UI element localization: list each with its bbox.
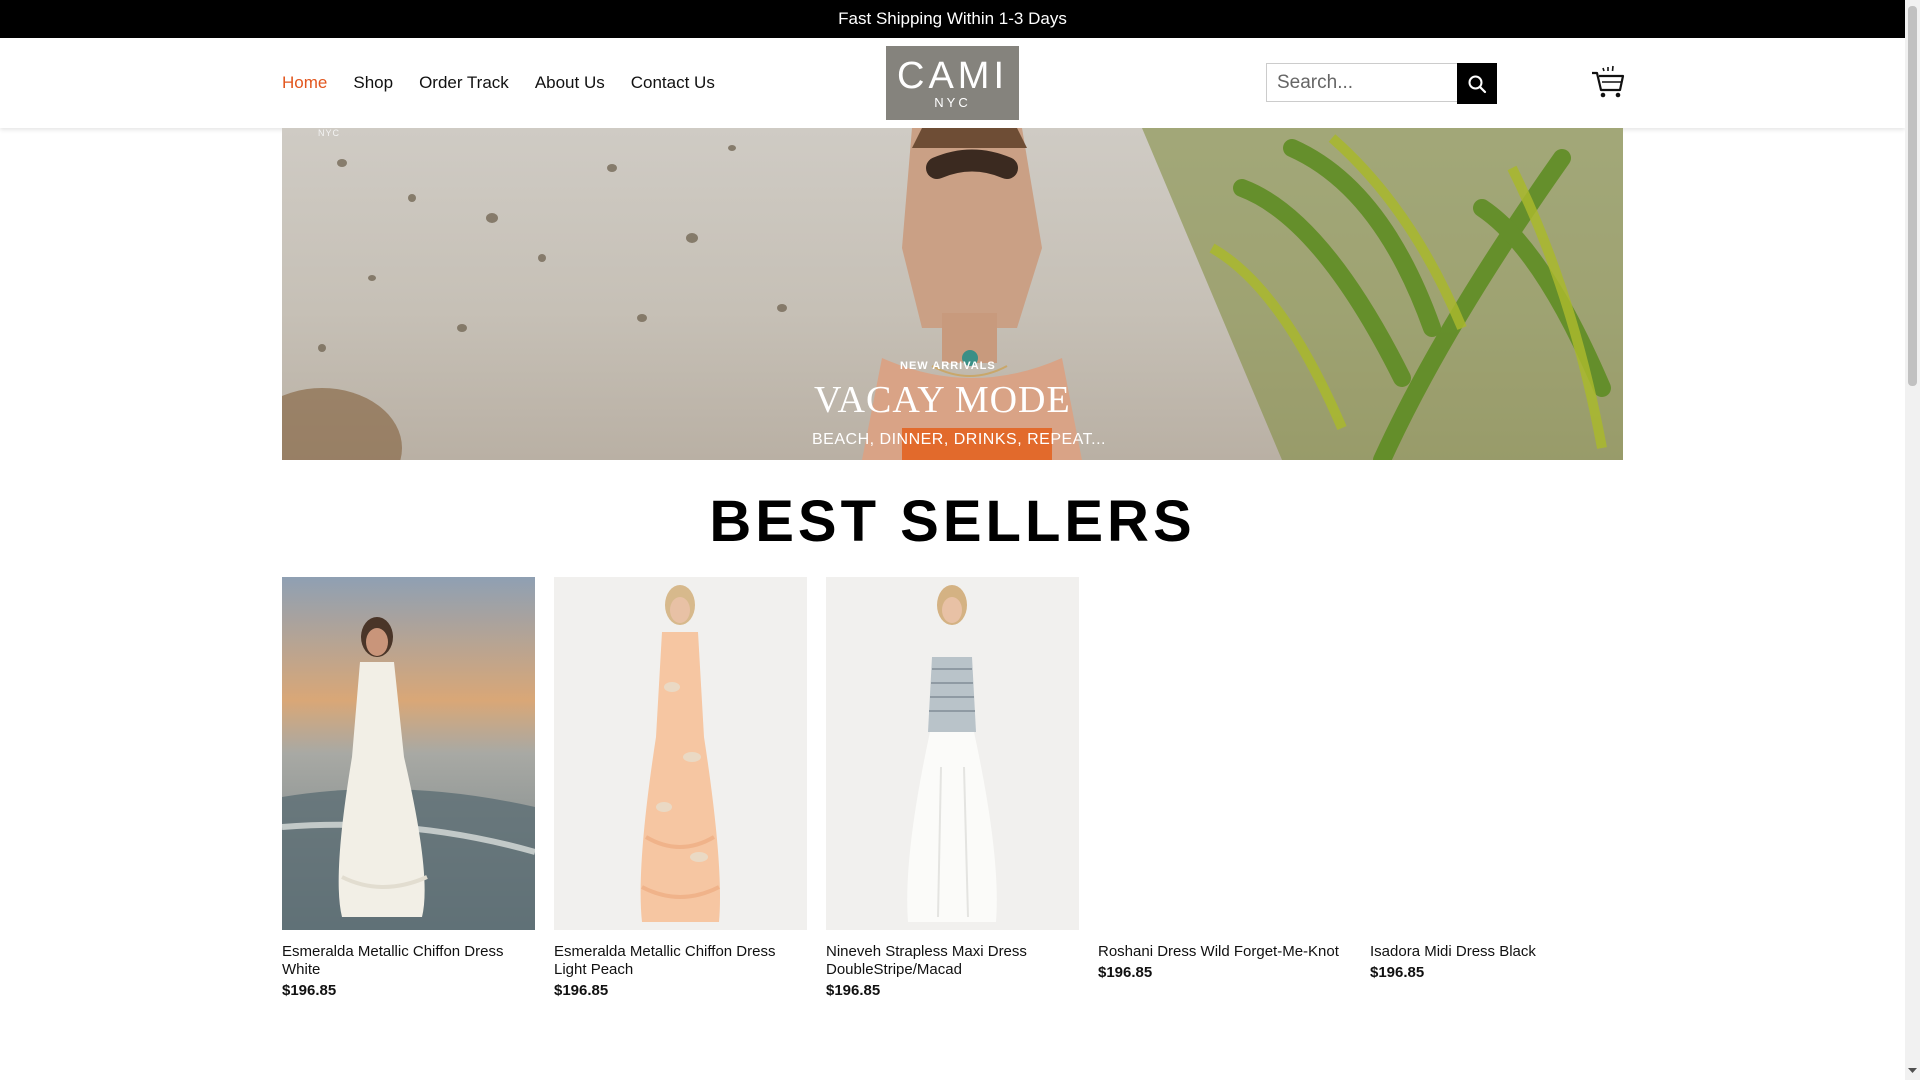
scroll-down-arrow-icon[interactable] <box>1908 1066 1917 1075</box>
site-header: Home Shop Order Track About Us Contact U… <box>0 38 1905 128</box>
logo-subtitle: NYC <box>934 95 971 110</box>
hero-corner-text: NYC <box>318 128 341 138</box>
product-card[interactable]: Isadora Midi Dress Black $196.85 <box>1370 577 1623 981</box>
announcement-bar: Fast Shipping Within 1-3 Days <box>0 0 1905 38</box>
product-name[interactable]: Nineveh Strapless Maxi Dress DoubleStrip… <box>826 943 1079 979</box>
product-price: $196.85 <box>826 982 881 999</box>
product-name[interactable]: Esmeralda Metallic Chiffon Dress White <box>282 943 535 979</box>
scrollbar-thumb[interactable] <box>1908 6 1917 386</box>
search-input[interactable] <box>1266 63 1457 102</box>
product-name[interactable]: Roshani Dress Wild Forget-Me-Knot <box>1098 943 1351 961</box>
best-sellers-title: BEST SELLERS <box>709 489 1196 554</box>
product-card[interactable]: Esmeralda Metallic Chiffon Dress Light P… <box>554 577 807 999</box>
product-image[interactable] <box>554 577 807 930</box>
product-price: $196.85 <box>1370 964 1425 981</box>
product-name[interactable]: Esmeralda Metallic Chiffon Dress Light P… <box>554 943 807 979</box>
logo-wordmark: CAMI <box>897 55 1008 97</box>
product-card[interactable]: Nineveh Strapless Maxi Dress DoubleStrip… <box>826 577 1079 999</box>
product-image[interactable] <box>282 577 535 930</box>
nav-about-us-link[interactable]: About Us <box>535 73 605 93</box>
product-image[interactable] <box>1098 577 1351 930</box>
nav-order-track-link[interactable]: Order Track <box>419 73 509 93</box>
product-price: $196.85 <box>282 982 337 999</box>
product-price: $196.85 <box>554 982 609 999</box>
hero-subtitle: NEW ARRIVALS <box>900 360 996 372</box>
search-icon <box>1468 75 1487 93</box>
shopping-cart-icon <box>1592 65 1625 98</box>
page-scrollbar[interactable] <box>1905 0 1920 1080</box>
main-nav: Home Shop Order Track About Us Contact U… <box>282 38 715 128</box>
product-name[interactable]: Isadora Midi Dress Black <box>1370 943 1623 961</box>
announcement-text: Fast Shipping Within 1-3 Days <box>838 9 1067 28</box>
hero-banner[interactable]: NYC NEW ARRIVALS VACAY MODE BEACH, DINNE… <box>282 128 1623 460</box>
hero-title: VACAY MODE <box>814 379 1071 421</box>
site-logo[interactable]: CAMI NYC <box>886 46 1019 120</box>
product-image[interactable] <box>1370 577 1623 930</box>
nav-shop-link[interactable]: Shop <box>353 73 393 93</box>
nav-contact-us-link[interactable]: Contact Us <box>631 73 715 93</box>
product-image[interactable] <box>826 577 1079 930</box>
best-sellers-grid: Esmeralda Metallic Chiffon Dress White $… <box>282 577 1623 1017</box>
search-form <box>1266 63 1497 104</box>
nav-home-link[interactable]: Home <box>282 73 327 93</box>
search-button[interactable] <box>1457 63 1497 104</box>
hero-tagline: BEACH, DINNER, DRINKS, REPEAT... <box>812 431 1106 448</box>
product-card[interactable]: Roshani Dress Wild Forget-Me-Knot $196.8… <box>1098 577 1351 981</box>
product-price: $196.85 <box>1098 964 1153 981</box>
cart-button[interactable] <box>1590 64 1626 100</box>
product-card[interactable]: Esmeralda Metallic Chiffon Dress White $… <box>282 577 535 999</box>
